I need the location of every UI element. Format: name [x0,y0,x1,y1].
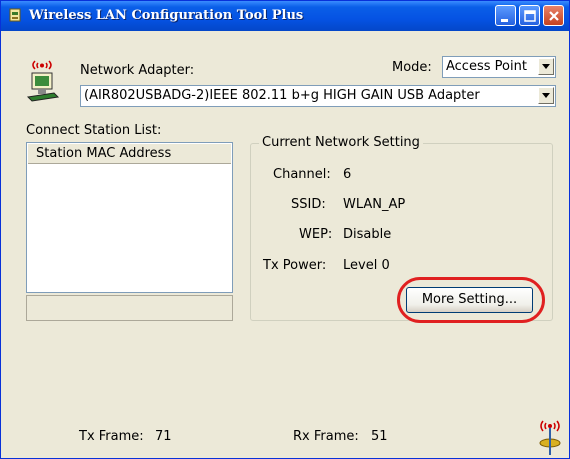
signal-antenna-icon [539,420,561,455]
window-title: Wireless LAN Configuration Tool Plus [29,8,304,23]
minimize-icon [501,19,508,22]
channel-value: 6 [343,167,352,182]
rx-frame-value: 51 [371,429,388,444]
minimize-button[interactable] [495,5,516,26]
ssid-value: WLAN_AP [343,197,406,212]
network-adapter-icon [26,60,60,102]
tx-frame-value: 71 [155,429,172,444]
network-adapter-label: Network Adapter: [80,63,195,78]
wep-value: Disable [343,227,392,242]
station-list-scrollbar[interactable] [26,295,233,321]
network-adapter-dropdown-arrow[interactable] [538,87,554,104]
maximize-icon [524,10,536,22]
mode-label: Mode: [392,60,432,75]
tx-frame-label: Tx Frame: [79,429,144,444]
mode-dropdown-value: Access Point [446,59,527,74]
chevron-down-icon [542,64,550,69]
app-icon [9,8,21,22]
tx-power-value: Level 0 [343,258,390,273]
maximize-button[interactable] [519,5,540,26]
mode-dropdown[interactable]: Access Point [442,56,556,78]
close-button[interactable] [543,5,564,26]
highlight-circle [397,277,545,323]
ssid-label: SSID: [291,197,326,212]
wep-label: WEP: [299,227,333,242]
chevron-down-icon [542,93,550,98]
channel-label: Channel: [273,167,331,182]
network-adapter-value: (AIR802USBADG-2)IEEE 802.11 b+g HIGH GAI… [84,88,480,103]
station-list[interactable]: Station MAC Address [26,142,233,293]
current-network-setting-title: Current Network Setting [259,135,423,150]
connect-station-list-label: Connect Station List: [26,123,162,138]
station-mac-column-header[interactable]: Station MAC Address [28,144,231,164]
network-adapter-dropdown[interactable]: (AIR802USBADG-2)IEEE 802.11 b+g HIGH GAI… [80,85,556,107]
close-icon [549,11,559,21]
rx-frame-label: Rx Frame: [293,429,359,444]
title-bar[interactable]: Wireless LAN Configuration Tool Plus [1,1,569,31]
app-window: Wireless LAN Configuration Tool Plus Net… [0,0,570,459]
mode-dropdown-arrow[interactable] [538,58,554,75]
tx-power-label: Tx Power: [263,258,327,273]
station-mac-column-label: Station MAC Address [36,146,172,161]
